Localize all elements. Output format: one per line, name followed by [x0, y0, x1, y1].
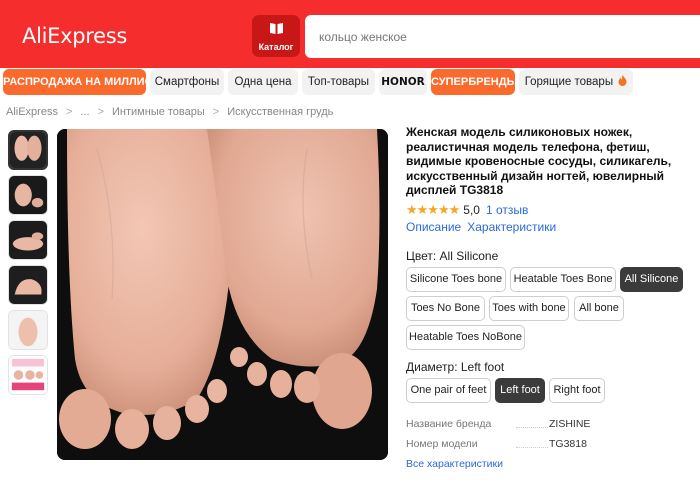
diameter-option-right-foot[interactable]: Right foot [549, 378, 605, 403]
spec-divider [516, 447, 548, 448]
category-top-products[interactable]: Топ-товары [302, 69, 375, 95]
thumbnail-4[interactable] [8, 265, 48, 305]
thumbnail-6-image [9, 356, 47, 394]
breadcrumb-ellipsis[interactable]: ... [80, 106, 89, 118]
diameter-option-left-foot[interactable]: Left foot [495, 378, 545, 403]
breadcrumb-separator: > [212, 106, 220, 118]
color-option-all-silicone[interactable]: All Silicone [620, 267, 683, 292]
spec-value: ZISHINE [549, 418, 591, 430]
reviews-link[interactable]: 1 отзыв [486, 203, 528, 217]
category-hot-label: Горящие товары [524, 76, 614, 88]
thumbnail-6[interactable] [8, 355, 48, 395]
category-one-price[interactable]: Одна цена [228, 69, 298, 95]
thumbnail-4-image [9, 266, 47, 304]
rating-row: ★★★★★ 5,0 1 отзыв [406, 202, 528, 218]
search-input[interactable] [305, 15, 700, 58]
breadcrumb-separator: > [65, 106, 73, 118]
book-icon [270, 23, 283, 34]
diameter-option-pair[interactable]: One pair of feet [406, 378, 491, 403]
spec-row: Название бренда ZISHINE [406, 418, 696, 432]
color-option-silicone-toes-bone[interactable]: Silicone Toes bone [406, 267, 506, 292]
color-option-all-bone[interactable]: All bone [574, 296, 624, 321]
all-specs-link[interactable]: Все характеристики [406, 458, 503, 470]
breadcrumb: AliExpress >... > Интимные товары > Искусстве… [6, 106, 333, 118]
category-honor[interactable]: HONOR [379, 69, 427, 95]
color-option-toes-with-bone[interactable]: Toes with bone [489, 296, 569, 321]
product-title: Женская модель силиконовых ножек, реалис… [406, 125, 672, 197]
thumbnail-5[interactable] [8, 310, 48, 350]
thumbnail-2[interactable] [8, 175, 48, 215]
spec-divider [516, 427, 548, 428]
thumbnail-1-image [10, 132, 46, 168]
breadcrumb-separator: > [97, 106, 105, 118]
spec-key: Номер модели [406, 438, 478, 450]
spec-value: TG3818 [549, 438, 587, 450]
category-hot-products[interactable]: Горящие товары [519, 69, 633, 95]
color-option-toes-no-bone[interactable]: Toes No Bone [406, 296, 485, 321]
aliexpress-logo[interactable]: AliExpress [22, 24, 127, 48]
category-strip: РАСПРОДАЖА НА МИЛЛИОН Смартфоны Одна цен… [0, 69, 700, 95]
thumbnail-1[interactable] [8, 130, 48, 170]
product-links: Описание Характеристики [406, 220, 562, 234]
breadcrumb-intimate[interactable]: Интимные товары [112, 106, 205, 118]
category-superbrands[interactable]: СУПЕРБРЕНДЫ [431, 69, 517, 95]
rating-value: 5,0 [463, 203, 480, 217]
thumbnail-5-image [9, 311, 47, 349]
catalog-label: Каталог [258, 42, 294, 52]
catalog-button[interactable]: Каталог [252, 15, 300, 57]
color-option-heatable-toes-bone[interactable]: Heatable Toes Bone [510, 267, 616, 292]
spec-key: Название бренда [406, 418, 492, 430]
search-box[interactable] [305, 15, 700, 58]
header: AliExpress Каталог [0, 0, 700, 68]
breadcrumb-home[interactable]: AliExpress [6, 106, 58, 118]
feet-photo [57, 129, 388, 460]
diameter-label: Диаметр: Left foot [406, 360, 505, 374]
main-product-image[interactable] [57, 129, 388, 460]
star-rating-icon: ★★★★★ [406, 202, 460, 217]
description-link[interactable]: Описание [406, 220, 461, 234]
thumbnail-3-image [9, 221, 47, 259]
spec-row: Номер модели TG3818 [406, 438, 696, 452]
category-smartphones[interactable]: Смартфоны [150, 69, 224, 95]
fire-icon [618, 75, 627, 86]
specs-link[interactable]: Характеристики [467, 220, 556, 234]
breadcrumb-current[interactable]: Искусственная грудь [227, 106, 333, 118]
color-label: Цвет: All Silicone [406, 249, 499, 263]
color-option-heatable-toes-nobone[interactable]: Heatable Toes NoBone [406, 325, 525, 350]
thumbnail-2-image [9, 176, 47, 214]
thumbnail-3[interactable] [8, 220, 48, 260]
category-sale-million[interactable]: РАСПРОДАЖА НА МИЛЛИОН [3, 69, 161, 95]
